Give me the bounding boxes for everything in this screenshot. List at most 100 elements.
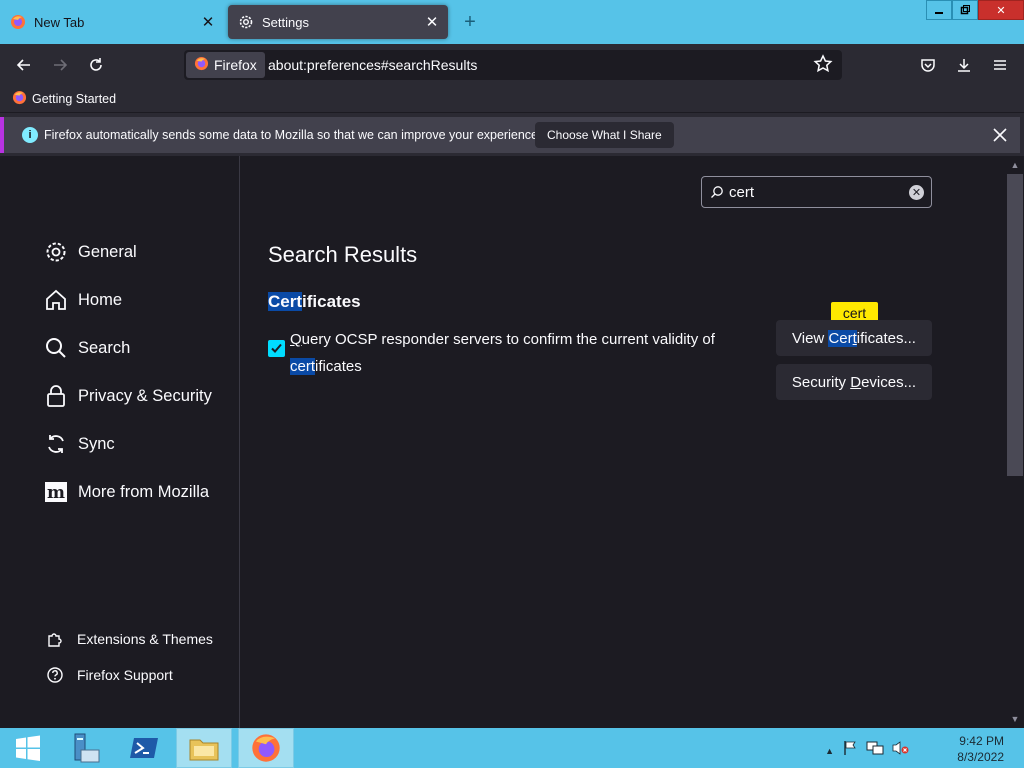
gear-icon [44, 240, 68, 264]
back-icon[interactable] [12, 53, 36, 77]
firefox-support-label: Firefox Support [77, 667, 173, 683]
sidebar-item-label: General [78, 242, 137, 261]
label-text: uery OCSP responder servers to confirm t… [301, 331, 715, 348]
button-text: ificates... [856, 329, 916, 347]
reload-icon[interactable] [84, 53, 108, 77]
new-tab-button[interactable]: + [458, 10, 482, 34]
label-text: ificates [315, 358, 362, 375]
clock-time: 9:42 PM [959, 734, 1004, 748]
button-text: Security [791, 373, 851, 391]
clock[interactable]: 9:42 PM 8/3/2022 [957, 733, 1004, 765]
firefox-icon [194, 56, 209, 74]
sidebar-item-label: Privacy & Security [78, 386, 212, 405]
minimize-icon[interactable] [926, 0, 952, 20]
tab-strip: New Tab ✕ Settings ✕ + ✕ [0, 0, 1024, 44]
search-highlight: Cert [828, 329, 857, 347]
notification-panel: i Firefox automatically sends some data … [0, 117, 1020, 153]
notification-text: Firefox automatically sends some data to… [44, 128, 542, 142]
navigation-toolbar: Firefox about:preferences#searchResults [0, 44, 1024, 86]
close-icon[interactable]: ✕ [978, 0, 1024, 20]
sidebar-item-more-from-mozilla[interactable]: m More from Mozilla [44, 480, 209, 504]
highlight-text: Cer [828, 329, 853, 347]
window-controls: ✕ [926, 0, 1024, 20]
info-icon: i [22, 127, 38, 143]
scrollbar[interactable]: ▲ ▼ [1006, 156, 1024, 728]
menu-icon[interactable] [988, 53, 1012, 77]
bookmark-getting-started[interactable]: Getting Started [12, 90, 116, 108]
bookmarks-toolbar: Getting Started [0, 86, 1024, 112]
page-title: Search Results [268, 242, 418, 267]
identity-box[interactable]: Firefox [186, 52, 265, 78]
button-text: evices... [861, 373, 917, 391]
search-highlight: cert [290, 358, 316, 375]
lock-icon [44, 384, 68, 408]
volume-muted-icon[interactable] [892, 740, 910, 761]
powershell-icon[interactable] [116, 728, 172, 768]
ocsp-checkbox-label[interactable]: Query OCSP responder servers to confirm … [290, 326, 740, 380]
tab-label: New Tab [34, 14, 85, 30]
tab-settings[interactable]: Settings ✕ [228, 5, 448, 39]
sidebar-item-label: Search [78, 338, 131, 357]
access-key: Q [290, 331, 302, 348]
button-text: View [792, 329, 829, 347]
tab-new-tab[interactable]: New Tab ✕ [0, 5, 224, 39]
bookmark-star-icon[interactable] [812, 53, 834, 80]
extensions-themes-link[interactable]: Extensions & Themes [46, 630, 213, 648]
search-icon [710, 185, 724, 204]
sidebar-item-sync[interactable]: Sync [44, 432, 115, 456]
flag-icon[interactable] [842, 740, 858, 761]
close-tab-icon[interactable]: ✕ [200, 14, 216, 31]
start-icon[interactable] [0, 728, 56, 768]
close-tab-icon[interactable]: ✕ [424, 14, 440, 31]
help-icon [46, 666, 64, 684]
search-value: cert [729, 184, 755, 201]
gear-icon [238, 14, 254, 30]
view-certificates-button[interactable]: View Cert ificates... [776, 320, 932, 356]
scroll-down-icon[interactable]: ▼ [1009, 713, 1021, 725]
identity-label: Firefox [214, 57, 257, 73]
forward-icon[interactable] [48, 53, 72, 77]
notification-bar: i Firefox automatically sends some data … [0, 112, 1024, 156]
sidebar-item-label: Sync [78, 434, 115, 453]
access-key: D [850, 373, 862, 391]
close-icon[interactable] [990, 125, 1010, 145]
url-bar[interactable]: Firefox about:preferences#searchResults [184, 50, 842, 80]
search-icon [44, 336, 68, 360]
sidebar-item-home[interactable]: Home [44, 288, 122, 312]
mozilla-icon: m [44, 480, 68, 504]
heading-rest: ificates [302, 292, 361, 311]
svg-text:m: m [47, 483, 65, 503]
system-tray: ▲ [825, 740, 910, 761]
scrollbar-thumb[interactable] [1007, 174, 1023, 476]
sidebar-item-privacy[interactable]: Privacy & Security [44, 384, 212, 408]
search-highlight: Cert [268, 292, 303, 311]
clear-search-icon[interactable]: ✕ [909, 185, 924, 200]
extensions-themes-label: Extensions & Themes [77, 631, 213, 647]
choose-what-i-share-button[interactable]: Choose What I Share [535, 122, 674, 148]
url-text[interactable]: about:preferences#searchResults [268, 57, 477, 73]
certificates-heading: Certificates [268, 292, 361, 312]
preferences-search-input[interactable]: cert ✕ [701, 176, 932, 208]
network-icon[interactable] [866, 740, 884, 761]
chevron-up-icon[interactable]: ▲ [825, 746, 834, 756]
clock-date: 8/3/2022 [957, 750, 1004, 764]
scroll-up-icon[interactable]: ▲ [1009, 159, 1021, 171]
file-explorer-icon[interactable] [176, 728, 232, 768]
windows-taskbar: ▲ 9:42 PM 8/3/2022 [0, 728, 1024, 768]
home-icon [44, 288, 68, 312]
server-manager-icon[interactable] [56, 728, 112, 768]
sidebar-item-label: More from Mozilla [78, 482, 210, 501]
puzzle-icon [46, 630, 64, 648]
firefox-icon [12, 90, 27, 108]
pocket-icon[interactable] [916, 53, 940, 77]
downloads-icon[interactable] [952, 53, 976, 77]
firefox-support-link[interactable]: Firefox Support [46, 666, 173, 684]
ocsp-checkbox[interactable] [268, 340, 285, 357]
maximize-icon[interactable] [952, 0, 978, 20]
sidebar-item-search[interactable]: Search [44, 336, 130, 360]
sync-icon [44, 432, 68, 456]
firefox-taskbar-icon[interactable] [238, 728, 294, 768]
security-devices-button[interactable]: Security Devices... [776, 364, 932, 400]
preferences-page: General Home Search Privacy & Security S… [0, 156, 1024, 728]
sidebar-item-general[interactable]: General [44, 240, 137, 264]
